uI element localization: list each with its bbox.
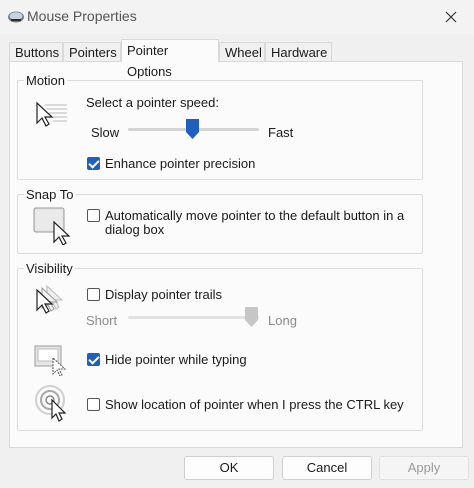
hide-pointer-typing-label: Hide pointer while typing bbox=[105, 352, 247, 367]
mouse-app-icon bbox=[8, 11, 24, 23]
trail-length-slider-thumb[interactable] bbox=[245, 307, 258, 327]
tab-pointer-options[interactable]: Pointer Options bbox=[121, 39, 219, 79]
snap-to-label-line1: Automatically move pointer to the defaul… bbox=[105, 208, 405, 223]
show-location-checkbox[interactable] bbox=[87, 398, 100, 411]
tab-pointers[interactable]: Pointers bbox=[63, 42, 121, 61]
pointer-speed-slider-thumb[interactable] bbox=[186, 119, 199, 139]
tab-buttons[interactable]: Buttons bbox=[9, 42, 63, 61]
pointer-speed-icon bbox=[36, 101, 67, 127]
show-location-icon bbox=[35, 385, 67, 422]
show-location-label: Show location of pointer when I press th… bbox=[105, 397, 404, 412]
fast-label: Fast bbox=[268, 125, 294, 140]
mouse-properties-window: Mouse Properties Buttons Pointers Pointe… bbox=[0, 0, 474, 488]
visibility-group-title: Visibility bbox=[24, 261, 75, 276]
pointer-speed-label: Select a pointer speed: bbox=[86, 95, 219, 110]
snap-to-icon bbox=[33, 207, 71, 245]
title-bar: Mouse Properties bbox=[0, 0, 474, 34]
cancel-button[interactable]: Cancel bbox=[282, 456, 372, 480]
snap-to-group-title: Snap To bbox=[24, 187, 76, 202]
long-label: Long bbox=[268, 313, 297, 328]
slow-label: Slow bbox=[91, 125, 120, 140]
close-button[interactable] bbox=[428, 0, 474, 34]
ok-button[interactable]: OK bbox=[184, 456, 274, 480]
hide-pointer-typing-checkbox[interactable] bbox=[87, 353, 100, 366]
close-icon bbox=[445, 11, 457, 23]
enhance-precision-checkbox[interactable] bbox=[87, 157, 100, 170]
short-label: Short bbox=[86, 313, 118, 328]
snap-to-checkbox[interactable] bbox=[87, 209, 100, 222]
tab-bar: Buttons Pointers Pointer Options Wheel H… bbox=[0, 39, 474, 79]
window-title: Mouse Properties bbox=[27, 8, 137, 24]
pointer-trails-label: Display pointer trails bbox=[105, 287, 223, 302]
snap-to-group bbox=[17, 194, 423, 254]
hide-pointer-icon bbox=[34, 345, 67, 376]
enhance-precision-label: Enhance pointer precision bbox=[105, 156, 256, 171]
motion-group-title: Motion bbox=[24, 73, 68, 88]
apply-button[interactable]: Apply bbox=[379, 456, 469, 480]
pointer-trails-icon bbox=[36, 284, 64, 314]
trail-length-slider-track[interactable] bbox=[128, 316, 259, 319]
pointer-trails-checkbox[interactable] bbox=[87, 288, 100, 301]
tab-hardware[interactable]: Hardware bbox=[265, 42, 332, 61]
snap-to-label-line2: dialog box bbox=[105, 222, 165, 237]
tab-wheel[interactable]: Wheel bbox=[219, 42, 265, 61]
